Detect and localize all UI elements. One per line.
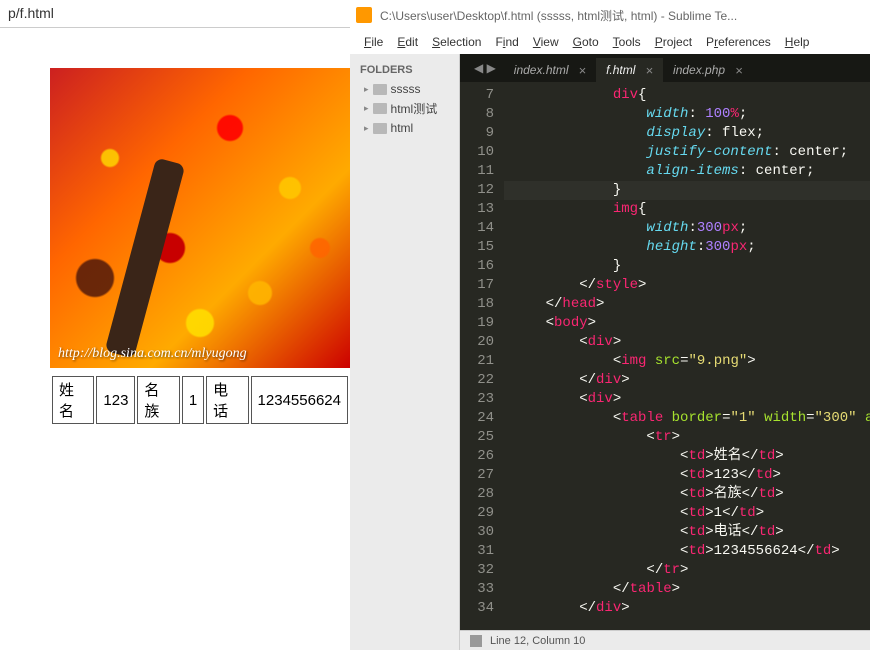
status-bar: Line 12, Column 10 Tab Size: 4 HTML xyxy=(460,630,870,650)
chevron-right-icon: ▸ xyxy=(364,123,369,134)
tab[interactable]: f.html × xyxy=(596,58,663,82)
cell-phone-value: 1234556624 xyxy=(251,376,348,424)
menu-edit[interactable]: Edit xyxy=(391,33,424,51)
tree-item[interactable]: ▸ html测试 xyxy=(354,98,455,119)
image-watermark: http://blog.sina.com.cn/mlyugong xyxy=(58,346,247,362)
browser-pane: p/f.html http://blog.sina.com.cn/mlyugon… xyxy=(0,0,350,650)
code-area: ◀ ▶ index.html × f.html × index.php × 7891011… xyxy=(460,54,870,650)
menu-help[interactable]: Help xyxy=(779,33,816,51)
code-editor[interactable]: 7891011121314151617181920212223242526272… xyxy=(460,82,870,630)
window-title: C:\Users\user\Desktop\f.html (sssss, htm… xyxy=(380,7,870,24)
close-icon[interactable]: × xyxy=(735,63,743,78)
folder-icon xyxy=(373,84,387,95)
tree-item[interactable]: ▸ sssss xyxy=(354,80,455,98)
tree-label: sssss xyxy=(391,82,421,96)
cell-name-value: 123 xyxy=(96,376,135,424)
chevron-right-icon: ▸ xyxy=(364,103,369,114)
title-bar[interactable]: C:\Users\user\Desktop\f.html (sssss, htm… xyxy=(350,0,870,30)
address-bar[interactable]: p/f.html xyxy=(0,0,350,28)
menu-find[interactable]: Find xyxy=(489,33,524,51)
tab-label: index.html xyxy=(514,63,569,77)
status-position: Line 12, Column 10 xyxy=(490,635,585,647)
menu-view[interactable]: View xyxy=(527,33,565,51)
tab[interactable]: index.html × xyxy=(504,58,596,82)
menu-file[interactable]: File xyxy=(358,33,389,51)
cell-ethnic-label: 名族 xyxy=(137,376,179,424)
tab-nav-arrows[interactable]: ◀ ▶ xyxy=(466,61,504,75)
menu-tools[interactable]: Tools xyxy=(607,33,647,51)
menu-goto[interactable]: Goto xyxy=(567,33,605,51)
tab-bar: ◀ ▶ index.html × f.html × index.php × xyxy=(460,54,870,82)
menu-selection[interactable]: Selection xyxy=(426,33,487,51)
table-row: 姓名 123 名族 1 电话 1234556624 xyxy=(52,376,348,424)
status-icon xyxy=(470,635,482,647)
tab-label: f.html xyxy=(606,63,635,77)
tab[interactable]: index.php × xyxy=(663,58,753,82)
chevron-right-icon: ▸ xyxy=(364,84,369,95)
tab-label: index.php xyxy=(673,63,725,77)
decoration xyxy=(105,158,186,359)
tree-item[interactable]: ▸ html xyxy=(354,119,455,137)
preview-table: 姓名 123 名族 1 电话 1234556624 xyxy=(50,374,350,426)
code-content[interactable]: div{ width: 100%; display: flex; justify… xyxy=(504,82,870,630)
menu-preferences[interactable]: Preferences xyxy=(700,33,777,51)
tree-label: html xyxy=(391,121,414,135)
browser-content: http://blog.sina.com.cn/mlyugong 姓名 123 … xyxy=(0,28,350,426)
tree-label: html测试 xyxy=(391,100,438,117)
line-gutter: 7891011121314151617181920212223242526272… xyxy=(460,82,504,630)
close-icon[interactable]: × xyxy=(645,63,653,78)
folder-icon xyxy=(373,123,387,134)
cell-name-label: 姓名 xyxy=(52,376,94,424)
folder-tree: ▸ sssss ▸ html测试 ▸ html xyxy=(354,80,455,137)
app-icon xyxy=(356,7,372,23)
cell-phone-label: 电话 xyxy=(206,376,248,424)
menu-bar: File Edit Selection Find View Goto Tools… xyxy=(350,30,870,54)
close-icon[interactable]: × xyxy=(579,63,587,78)
folder-icon xyxy=(373,103,387,114)
cell-ethnic-value: 1 xyxy=(182,376,204,424)
sidebar: FOLDERS ▸ sssss ▸ html测试 ▸ html xyxy=(350,54,460,650)
menu-project[interactable]: Project xyxy=(649,33,698,51)
folders-header: FOLDERS xyxy=(354,60,455,80)
preview-image: http://blog.sina.com.cn/mlyugong xyxy=(50,68,350,368)
editor-window: C:\Users\user\Desktop\f.html (sssss, htm… xyxy=(350,0,870,650)
